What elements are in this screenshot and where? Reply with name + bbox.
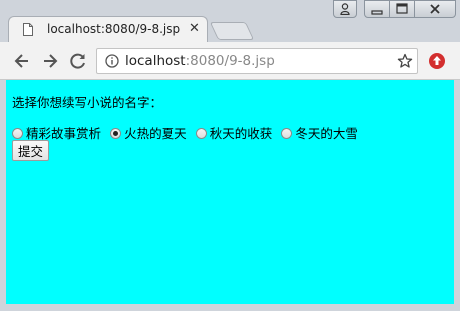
radio-option[interactable]: 秋天的收获 <box>195 123 273 142</box>
tab-close-icon[interactable]: ✕ <box>189 21 200 36</box>
radio-option[interactable]: 冬天的大雪 <box>281 123 358 142</box>
radio-label: 精彩故事赏析 <box>26 126 102 141</box>
reload-icon[interactable] <box>68 51 88 71</box>
user-icon <box>340 3 350 15</box>
profile-button[interactable] <box>333 0 357 18</box>
radio-button[interactable] <box>195 128 207 139</box>
radio-option[interactable]: 火热的夏天 <box>110 123 187 142</box>
minimize-button[interactable] <box>364 0 390 18</box>
browser-toolbar: localhost:8080/9-8.jsp <box>0 42 460 80</box>
radio-button[interactable] <box>281 128 293 139</box>
window-bottom-border <box>0 304 460 311</box>
maximize-button[interactable] <box>389 0 415 18</box>
page-icon <box>23 23 33 36</box>
page-content: 选择你想续写小说的名字： 精彩故事赏析 火热的夏天 秋天的收获 冬天的大雪 提交 <box>6 80 454 304</box>
back-arrow-icon[interactable] <box>12 51 32 71</box>
radio-label: 秋天的收获 <box>209 126 273 141</box>
radio-button-selected[interactable] <box>110 128 122 139</box>
submit-button[interactable]: 提交 <box>12 140 50 161</box>
radio-label: 火热的夏天 <box>124 126 187 141</box>
minimize-icon <box>371 10 383 15</box>
tab-active[interactable]: localhost:8080/9-8.jsp ✕ <box>8 16 208 42</box>
tab-strip: localhost:8080/9-8.jsp ✕ <box>0 0 460 42</box>
new-tab-button[interactable] <box>209 22 255 40</box>
radio-button[interactable] <box>12 128 23 139</box>
url-text: localhost:8080/9-8.jsp <box>125 53 275 69</box>
info-icon[interactable] <box>105 54 119 68</box>
extension-icon[interactable] <box>428 52 446 70</box>
radio-group: 精彩故事赏析 火热的夏天 秋天的收获 冬天的大雪 <box>12 122 362 141</box>
browser-window: localhost:8080/9-8.jsp ✕ localhost:8080/… <box>0 0 460 311</box>
address-bar[interactable]: localhost:8080/9-8.jsp <box>96 48 418 74</box>
close-icon <box>430 4 440 14</box>
tab-title: localhost:8080/9-8.jsp <box>47 22 181 36</box>
url-path: :8080/9-8.jsp <box>185 53 275 69</box>
close-button[interactable] <box>414 0 456 18</box>
question-label: 选择你想续写小说的名字： <box>12 95 163 110</box>
url-host: localhost <box>125 53 186 69</box>
maximize-icon <box>396 3 408 14</box>
radio-label: 冬天的大雪 <box>295 126 358 141</box>
forward-arrow-icon[interactable] <box>40 51 60 71</box>
star-icon[interactable] <box>397 53 413 69</box>
